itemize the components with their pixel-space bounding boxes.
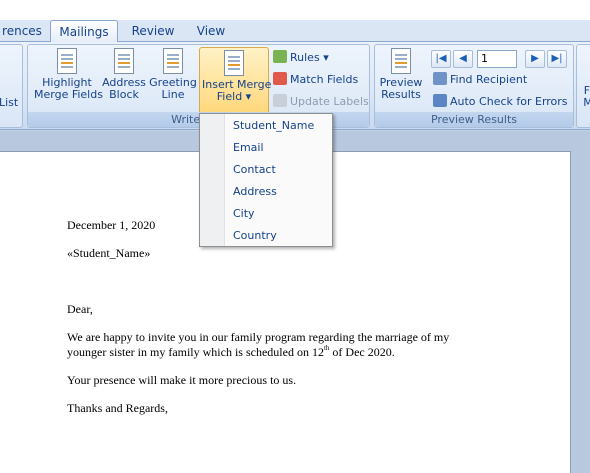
preview-label-2: Results [381,88,421,101]
find-recipient-label: Find Recipient [450,73,528,86]
match-fields-label: Match Fields [290,73,359,86]
tab-review[interactable]: Review [126,20,180,42]
last-record-icon: ▶| [551,53,563,64]
tab-view[interactable]: View [188,20,234,42]
previous-record-icon: ◀ [459,53,467,64]
first-record-button[interactable]: |◀ [431,50,451,68]
auto-check-label: Auto Check for Errors [450,95,568,108]
preview-results-button[interactable]: Preview Results [379,48,423,101]
update-labels-label: Update Labels [290,95,369,108]
first-record-icon: |◀ [435,53,447,64]
merge-field-student-name: «Student_Name» [67,246,151,260]
tab-references[interactable]: rences [0,20,44,42]
rules-dropdown-icon: ▾ [323,51,329,64]
menu-item-student-name[interactable]: Student_Name [233,115,314,137]
paragraph-1-line-2-end: of Dec 2020. [329,345,395,359]
menu-icon-gutter [200,114,225,246]
select-recipients-button[interactable]: List [0,97,18,109]
rules-label: Rules [290,51,320,64]
rules-button[interactable]: Rules ▾ [273,49,329,67]
rules-icon [273,50,287,63]
match-fields-button[interactable]: Match Fields [273,71,358,89]
menu-item-city[interactable]: City [233,203,255,225]
highlight-label-2: Merge Fields [34,88,103,101]
title-strip [0,0,590,20]
next-record-icon: ▶ [531,53,539,64]
greeting-line-icon [163,48,183,74]
letter-greeting: Dear, [67,302,93,316]
select-recipients-label: List [0,96,19,109]
magnifier-abc-icon [391,48,411,74]
tab-mailings[interactable]: Mailings [50,20,118,43]
record-number-input[interactable]: 1 [477,50,517,68]
previous-record-button[interactable]: ◀ [453,50,473,68]
letter-closing: Thanks and Regards, [67,401,168,415]
address-label-2: Block [109,88,139,101]
auto-check-errors-button[interactable]: Auto Check for Errors [433,93,568,111]
update-labels-button[interactable]: Update Labels [273,93,369,111]
preview-group-title: Preview Results [375,112,573,127]
menu-item-email[interactable]: Email [233,137,264,159]
menu-item-address[interactable]: Address [233,181,277,203]
paragraph-1-line-2-start: younger sister in my family which is sch… [67,345,324,359]
finish-merge-button[interactable]: Fi M [581,85,590,109]
merge-field-dropdown-menu: Student_Name Email Contact Address City … [199,113,333,247]
menu-item-country[interactable]: Country [233,225,277,247]
find-recipient-button[interactable]: Find Recipient [433,71,527,89]
finish-group: Fi M [576,44,590,128]
paragraph-1-line-2: younger sister in my family which is sch… [67,345,527,360]
letter-paragraph-1: We are happy to invite you in our family… [67,330,527,360]
find-recipient-icon [433,72,447,85]
highlight-merge-fields-button[interactable]: Highlight Merge Fields [34,48,103,101]
insert-merge-field-icon [224,50,244,76]
last-record-button[interactable]: ▶| [547,50,567,68]
next-record-button[interactable]: ▶ [525,50,545,68]
address-block-button[interactable]: Address Block [102,48,146,101]
letter-date: December 1, 2020 [67,218,156,232]
match-fields-icon [273,72,287,85]
ribbon-tab-bar: rences Mailings Review View [0,20,590,43]
auto-check-icon [433,94,447,107]
highlight-fields-icon [57,48,77,74]
preview-results-group: Preview Results |◀ ◀ 1 ▶ ▶| Find Recipie… [374,44,574,128]
paragraph-1-line-1: We are happy to invite you in our family… [67,330,450,344]
greeting-label-2: Line [161,88,185,101]
address-block-icon [114,48,134,74]
greeting-line-button[interactable]: Greeting Line [148,48,198,101]
dropdown-arrow-icon: ▾ [245,90,252,103]
finish-label-2: M [583,96,590,109]
insert-merge-field-button[interactable]: Insert Merge Field ▾ [199,47,271,115]
menu-item-contact[interactable]: Contact [233,159,276,181]
letter-paragraph-2: Your presence will make it more precious… [67,373,297,387]
update-labels-icon [273,94,287,107]
start-mail-merge-group: List [0,44,23,128]
insert-merge-label-2: Field [216,90,243,103]
